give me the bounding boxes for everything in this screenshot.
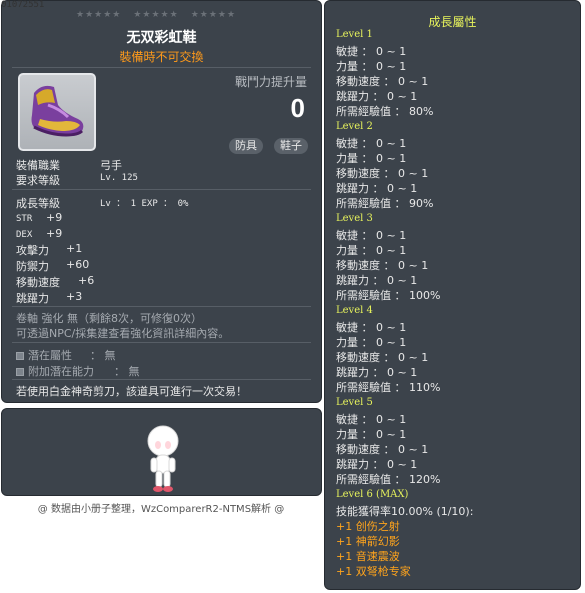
potential-bullet-icon xyxy=(16,352,24,360)
level-line: 跳躍力 ： 0 ~ 1 xyxy=(336,366,418,379)
add-potential-row: 附加潛在能力 ： 無 xyxy=(16,363,140,379)
level-line: 移動速度 ： 0 ~ 1 xyxy=(336,75,429,88)
character-preview xyxy=(1,408,322,496)
skill-item: +1 神箭幻影 xyxy=(336,535,400,548)
potential-value: ： 無 xyxy=(90,349,116,362)
level-line: 跳躍力 ： 0 ~ 1 xyxy=(336,274,418,287)
stat-label: DEX xyxy=(16,230,33,240)
stat-row-attack: 攻擊力 +1 xyxy=(16,242,82,258)
power-increase-value: 0 xyxy=(290,93,305,123)
stat-label: 移動速度 xyxy=(16,276,60,289)
level-line: 力量 ： 0 ~ 1 xyxy=(336,428,407,441)
divider xyxy=(12,306,311,307)
job-value: 弓手 xyxy=(100,159,122,172)
level-line: 敏捷 ： 0 ~ 1 xyxy=(336,137,407,150)
stat-value: +6 xyxy=(78,274,95,287)
growth-level-label: 成長等級 xyxy=(16,197,60,210)
growth-level-value: Lv ： 1 EXP ： 0% xyxy=(100,199,189,209)
star-group-1: ★★★★★ xyxy=(76,10,122,20)
level-title: Level 2 xyxy=(336,121,373,132)
level-line: 力量 ： 0 ~ 1 xyxy=(336,60,407,73)
add-potential-label: 附加潛在能力 xyxy=(28,365,94,378)
growth-title: 成長屬性 xyxy=(428,15,477,29)
divider xyxy=(12,342,311,343)
add-potential-bullet-icon xyxy=(16,368,24,376)
level-line: 移動速度 ： 0 ~ 1 xyxy=(336,443,429,456)
level-line: 所需經驗值 ： 120% xyxy=(336,473,441,486)
item-id: 01072551 xyxy=(1,0,45,10)
scroll-upgrade-line: 卷軸 強化 無（剩餘8次，可修復0次） xyxy=(16,312,202,325)
item-tooltip: ★★★★★ ★★★★★ ★★★★★ 无双彩虹鞋 裝備時不可交換 戰鬥力提升量 0 防… xyxy=(1,0,322,403)
level-line: 移動速度 ： 0 ~ 1 xyxy=(336,259,429,272)
stat-row-defense: 防禦力 +60 xyxy=(16,258,89,274)
level-title: Level 1 xyxy=(336,29,373,40)
level-line: 敏捷 ： 0 ~ 1 xyxy=(336,229,407,242)
data-credit: @ 数据由小册子整理，WzComparerR2-NTMS解析 @ xyxy=(37,504,285,515)
level-line: 力量 ： 0 ~ 1 xyxy=(336,152,407,165)
divider xyxy=(12,67,311,68)
level-line: 所需經驗值 ： 80% xyxy=(336,105,434,118)
stat-value: +60 xyxy=(66,258,90,271)
shoe-item-icon xyxy=(31,85,84,137)
job-label: 裝備職業 xyxy=(16,159,60,172)
stat-label: 攻擊力 xyxy=(16,244,49,257)
stat-row-speed: 移動速度 +6 xyxy=(16,274,94,290)
category-tag-shoes: 鞋子 xyxy=(274,138,308,154)
category-tag-armor: 防具 xyxy=(229,138,263,154)
req-level-label: 要求等級 xyxy=(16,174,60,187)
level-line: 敏捷 ： 0 ~ 1 xyxy=(336,45,407,58)
stat-value: +9 xyxy=(46,227,63,240)
job-row: 裝備職業 弓手 xyxy=(16,157,122,173)
character-figure-icon xyxy=(147,425,179,492)
level-line: 敏捷 ： 0 ~ 1 xyxy=(336,413,407,426)
skill-item: +1 音速震波 xyxy=(336,550,400,563)
level-line: 跳躍力 ： 0 ~ 1 xyxy=(336,182,418,195)
stat-row-jump: 跳躍力 +3 xyxy=(16,290,82,306)
req-level-row: 要求等級 Lv. 125 xyxy=(16,172,138,188)
level-line: 力量 ： 0 ~ 1 xyxy=(336,336,407,349)
enhance-info-line: 可透過NPC/採集建查看強化資訊詳細內容。 xyxy=(16,327,230,340)
growth-attributes-panel: 成長屬性 Level 1 敏捷 ： 0 ~ 1 力量 ： 0 ~ 1 移動速度 … xyxy=(324,0,581,590)
level-line: 力量 ： 0 ~ 1 xyxy=(336,244,407,257)
power-increase-label: 戰鬥力提升量 xyxy=(234,75,307,89)
req-level-value: Lv. 125 xyxy=(100,173,138,183)
stat-row-dex: DEX +9 xyxy=(16,227,62,240)
level-line: 所需經驗值 ： 100% xyxy=(336,289,441,302)
item-name: 无双彩虹鞋 xyxy=(126,30,197,46)
level-title: Level 5 xyxy=(336,397,373,408)
trade-note: 裝備時不可交換 xyxy=(119,50,204,64)
level-line: 跳躍力 ： 0 ~ 1 xyxy=(336,458,418,471)
scissors-note: 若使用白金神奇剪刀，該道具可進行一次交易！ xyxy=(16,385,247,398)
stat-row-str: STR +9 xyxy=(16,211,62,224)
max-level-title: Level 6 (MAX) xyxy=(336,489,409,500)
level-line: 移動速度 ： 0 ~ 1 xyxy=(336,167,429,180)
star-group-2: ★★★★★ xyxy=(133,10,179,20)
divider xyxy=(12,189,311,190)
level-line: 敏捷 ： 0 ~ 1 xyxy=(336,321,407,334)
stat-label: STR xyxy=(16,214,33,224)
stat-label: 跳躍力 xyxy=(16,292,49,305)
level-title: Level 4 xyxy=(336,305,373,316)
level-title: Level 3 xyxy=(336,213,373,224)
stat-value: +1 xyxy=(66,242,83,255)
stat-value: +9 xyxy=(46,211,63,224)
level-line: 所需經驗值 ： 110% xyxy=(336,381,441,394)
star-force-stars: ★★★★★ ★★★★★ ★★★★★ xyxy=(70,10,242,20)
skill-item: +1 双弩枪专家 xyxy=(336,565,411,578)
item-icon-frame xyxy=(18,73,96,151)
skill-rate-line: 技能獲得率10.00% (1/10): xyxy=(336,505,474,518)
stat-value: +3 xyxy=(66,290,83,303)
stat-label: 防禦力 xyxy=(16,260,49,273)
level-line: 所需經驗值 ： 90% xyxy=(336,197,434,210)
skill-item: +1 创伤之射 xyxy=(336,520,400,533)
level-line: 移動速度 ： 0 ~ 1 xyxy=(336,351,429,364)
level-line: 跳躍力 ： 0 ~ 1 xyxy=(336,90,418,103)
divider xyxy=(12,379,311,380)
add-potential-value: ： 無 xyxy=(114,365,140,378)
potential-label: 潛在屬性 xyxy=(28,349,72,362)
growth-level-row: 成長等級 Lv ： 1 EXP ： 0% xyxy=(16,195,188,211)
star-group-3: ★★★★★ xyxy=(190,10,237,20)
potential-row: 潛在屬性 ： 無 xyxy=(16,347,116,363)
